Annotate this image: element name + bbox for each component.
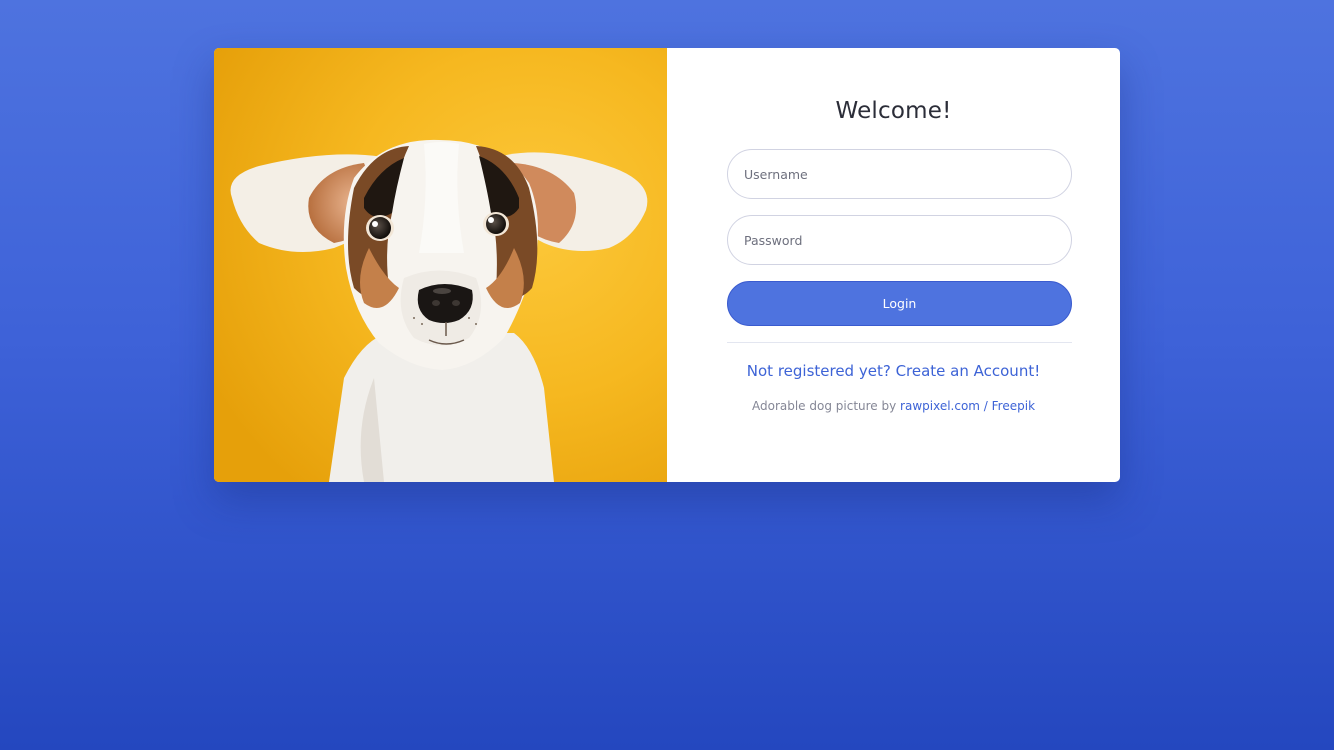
login-form: Welcome! Login Not registered yet? Creat… xyxy=(667,48,1120,482)
dog-illustration xyxy=(214,48,667,482)
divider xyxy=(727,342,1072,343)
login-button[interactable]: Login xyxy=(727,281,1072,326)
dog-photo xyxy=(214,48,667,482)
photo-credit: Adorable dog picture by rawpixel.com / F… xyxy=(727,397,1060,415)
welcome-heading: Welcome! xyxy=(835,98,952,124)
username-input[interactable] xyxy=(727,149,1072,199)
password-input[interactable] xyxy=(727,215,1072,265)
photo-credit-link[interactable]: rawpixel.com / Freepik xyxy=(900,399,1035,413)
create-account-link[interactable]: Not registered yet? Create an Account! xyxy=(727,360,1060,382)
login-card: Welcome! Login Not registered yet? Creat… xyxy=(214,48,1120,482)
photo-credit-text: Adorable dog picture by xyxy=(751,399,901,413)
